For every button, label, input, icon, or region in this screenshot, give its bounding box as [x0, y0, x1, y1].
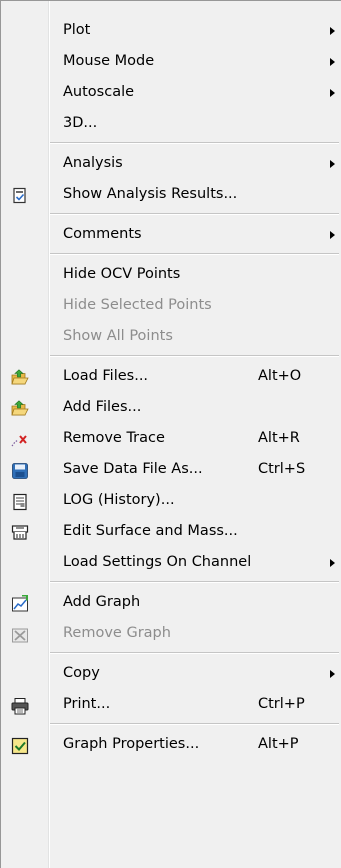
menu-item-label: Show Analysis Results...	[63, 186, 238, 202]
menu-item-label: Remove Graph	[63, 625, 171, 641]
menu-item-label: LOG (History)...	[63, 492, 175, 508]
menu-item-add-files[interactable]: Add Files...	[1, 392, 341, 423]
menu-item-add-graph[interactable]: Add Graph	[1, 587, 341, 618]
menu-item-label: Show All Points	[63, 328, 173, 344]
menu-item-edit-surface-and-mass[interactable]: Edit Surface and Mass...	[1, 516, 341, 547]
menu-item-log-history[interactable]: LOG (History)...	[1, 485, 341, 516]
menu-item-label: 3D...	[63, 115, 98, 131]
submenu-arrow-icon	[330, 89, 335, 97]
menu-item-label: Print...	[63, 696, 111, 712]
menu-item-show-all-points: Show All Points	[1, 321, 341, 352]
menu-item-load-settings-on-channel[interactable]: Load Settings On Channel	[1, 547, 341, 578]
menu-item-label: Add Files...	[63, 399, 142, 415]
menu-item-shortcut: Alt+O	[258, 368, 302, 384]
menu-item-label: Hide OCV Points	[63, 266, 181, 282]
menu-item-hide-ocv-points[interactable]: Hide OCV Points	[1, 259, 341, 290]
add-folder-icon	[11, 399, 29, 417]
printer-icon	[11, 696, 29, 715]
submenu-arrow-icon	[330, 670, 335, 678]
context-menu: Plot Mouse Mode Autoscale 3D... Analysis Show…	[0, 0, 341, 868]
menu-item-save-data-file-as[interactable]: Save Data File As... Ctrl+S	[1, 454, 341, 485]
menu-item-label: Graph Properties...	[63, 736, 200, 752]
menu-separator	[1, 352, 341, 361]
menu-separator	[1, 649, 341, 658]
add-graph-icon	[11, 594, 29, 612]
menu-item-mouse-mode[interactable]: Mouse Mode	[1, 46, 341, 77]
analysis-results-icon	[11, 186, 29, 204]
menu-item-hide-selected-points: Hide Selected Points	[1, 290, 341, 321]
menu-item-comments[interactable]: Comments	[1, 219, 341, 250]
menu-item-autoscale[interactable]: Autoscale	[1, 77, 341, 108]
menu-separator	[1, 578, 341, 587]
surface-mass-icon	[11, 523, 29, 541]
menu-item-remove-graph: Remove Graph	[1, 618, 341, 649]
menu-item-label: Plot	[63, 22, 91, 38]
log-document-icon	[11, 492, 29, 511]
menu-item-label: Edit Surface and Mass...	[63, 523, 238, 539]
menu-item-remove-trace[interactable]: Remove Trace Alt+R	[1, 423, 341, 454]
save-disk-icon	[11, 461, 29, 479]
menu-item-shortcut: Alt+P	[258, 736, 299, 752]
menu-separator	[1, 139, 341, 148]
menu-item-analysis[interactable]: Analysis	[1, 148, 341, 179]
menu-item-label: Mouse Mode	[63, 53, 155, 69]
menu-item-load-files[interactable]: Load Files... Alt+O	[1, 361, 341, 392]
menu-item-label: Autoscale	[63, 84, 135, 100]
submenu-arrow-icon	[330, 160, 335, 168]
remove-graph-icon	[11, 625, 29, 643]
submenu-arrow-icon	[330, 27, 335, 35]
menu-item-label: Add Graph	[63, 594, 141, 610]
menu-item-label: Remove Trace	[63, 430, 165, 446]
graph-properties-icon	[11, 736, 29, 755]
submenu-arrow-icon	[330, 58, 335, 66]
menu-item-label: Analysis	[63, 155, 123, 171]
menu-separator	[1, 210, 341, 219]
menu-item-copy[interactable]: Copy	[1, 658, 341, 689]
menu-separator	[1, 250, 341, 259]
menu-item-3d[interactable]: 3D...	[1, 108, 341, 139]
menu-item-plot[interactable]: Plot	[1, 15, 341, 46]
menu-item-graph-properties[interactable]: Graph Properties... Alt+P	[1, 729, 341, 760]
remove-trace-icon	[11, 430, 29, 448]
menu-item-show-analysis-results[interactable]: Show Analysis Results...	[1, 179, 341, 210]
menu-item-label: Load Files...	[63, 368, 149, 384]
menu-item-label: Save Data File As...	[63, 461, 203, 477]
submenu-arrow-icon	[330, 231, 335, 239]
menu-item-label: Copy	[63, 665, 100, 681]
menu-item-label: Hide Selected Points	[63, 297, 212, 313]
menu-item-shortcut: Ctrl+S	[258, 461, 306, 477]
submenu-arrow-icon	[330, 559, 335, 567]
menu-item-print[interactable]: Print... Ctrl+P	[1, 689, 341, 720]
menu-item-shortcut: Ctrl+P	[258, 696, 305, 712]
menu-item-shortcut: Alt+R	[258, 430, 300, 446]
menu-items: Plot Mouse Mode Autoscale 3D... Analysis Show…	[1, 1, 341, 760]
menu-separator	[1, 720, 341, 729]
menu-item-label: Load Settings On Channel	[63, 554, 252, 570]
menu-top-padding	[1, 1, 341, 15]
menu-item-label: Comments	[63, 226, 142, 242]
open-folder-icon	[11, 368, 29, 386]
